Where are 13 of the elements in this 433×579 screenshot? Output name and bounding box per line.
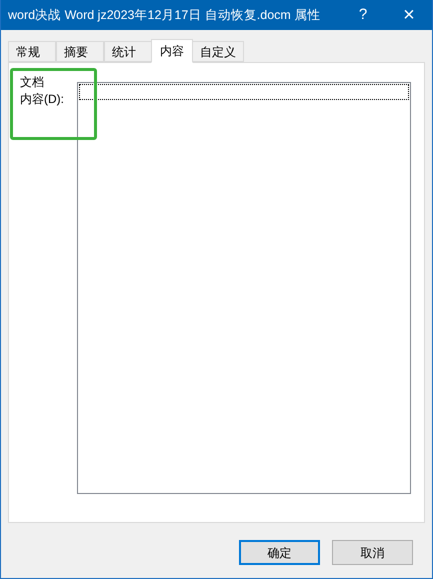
content-label: 文档 <box>20 74 44 91</box>
tab[interactable]: 内容 <box>151 39 193 63</box>
help-button[interactable]: ? <box>340 0 386 30</box>
window-title: word决战 Word jz2023年12月17日 自动恢复.docm 属性 <box>7 6 322 24</box>
dialog-button[interactable]: 确定 <box>239 540 320 565</box>
tab[interactable]: 自定义 <box>192 41 244 62</box>
tab[interactable]: 摘要 <box>56 41 104 62</box>
focus-row[interactable] <box>79 84 409 100</box>
tab[interactable]: 常规 <box>8 41 56 62</box>
content-label: 内容(D): <box>20 91 64 108</box>
close-button[interactable]: × <box>386 0 432 30</box>
tab[interactable]: 统计 <box>104 41 152 62</box>
dialog-button[interactable]: 取消 <box>332 540 413 565</box>
